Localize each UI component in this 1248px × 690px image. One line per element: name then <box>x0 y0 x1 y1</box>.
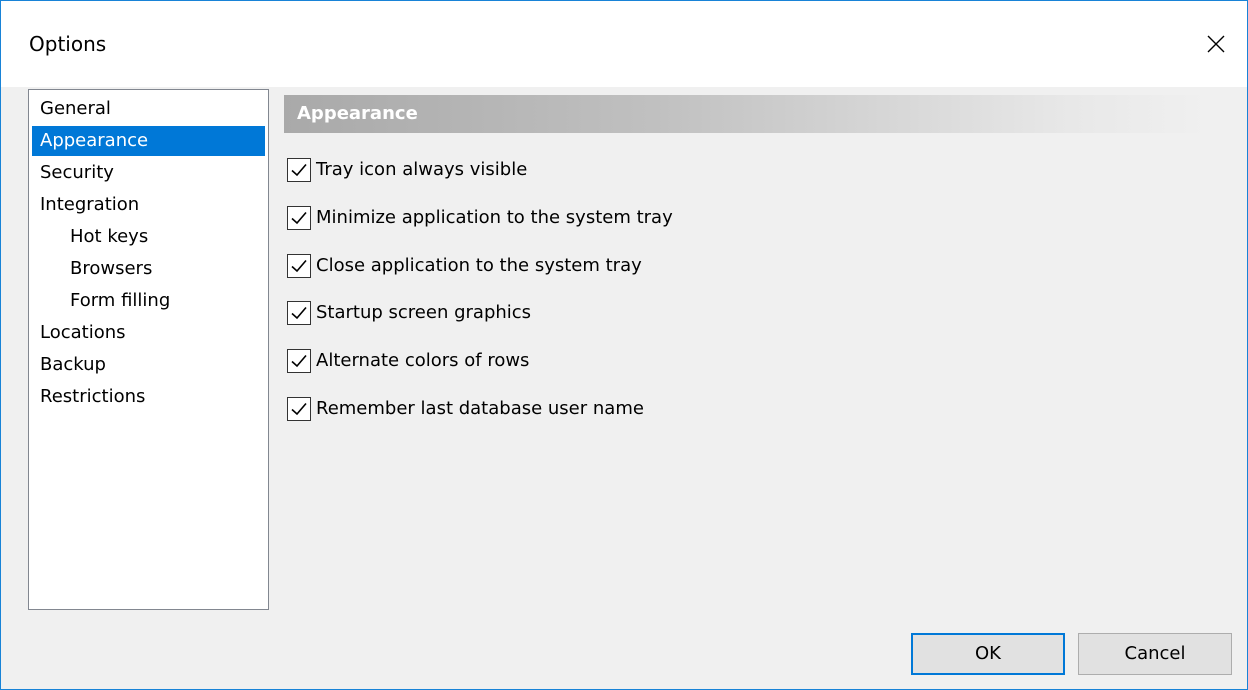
option-label: Tray icon always visible <box>316 159 528 180</box>
nav-item-restrictions[interactable]: Restrictions <box>32 382 265 412</box>
checkmark-icon <box>291 306 307 320</box>
option-tray-icon-always-visible[interactable]: Tray icon always visible <box>287 156 527 184</box>
checkbox[interactable] <box>287 397 311 421</box>
section-title: Appearance <box>297 103 418 124</box>
options-dialog: Options General Appearance Security Inte… <box>0 0 1248 690</box>
checkbox[interactable] <box>287 254 311 278</box>
checkmark-icon <box>291 259 307 273</box>
checkbox[interactable] <box>287 349 311 373</box>
nav-item-security[interactable]: Security <box>32 158 265 188</box>
nav-item-hot-keys[interactable]: Hot keys <box>32 222 265 252</box>
nav-item-browsers[interactable]: Browsers <box>32 254 265 284</box>
nav-item-backup[interactable]: Backup <box>32 350 265 380</box>
option-label: Minimize application to the system tray <box>316 207 673 228</box>
option-label: Alternate colors of rows <box>316 350 530 371</box>
checkmark-icon <box>291 354 307 368</box>
option-label: Startup screen graphics <box>316 302 532 323</box>
ok-button[interactable]: OK <box>911 633 1065 675</box>
checkbox[interactable] <box>287 301 311 325</box>
close-button[interactable] <box>1185 1 1247 87</box>
checkmark-icon <box>291 211 307 225</box>
close-icon <box>1207 35 1225 53</box>
section-header: Appearance <box>284 95 1209 133</box>
cancel-button[interactable]: Cancel <box>1078 633 1232 675</box>
option-startup-screen-graphics[interactable]: Startup screen graphics <box>287 299 531 327</box>
nav-item-integration[interactable]: Integration <box>32 190 265 220</box>
option-label: Close application to the system tray <box>316 255 642 276</box>
checkbox[interactable] <box>287 206 311 230</box>
option-remember-database-user[interactable]: Remember last database user name <box>287 395 644 423</box>
checkmark-icon <box>291 163 307 177</box>
checkmark-icon <box>291 402 307 416</box>
option-minimize-to-tray[interactable]: Minimize application to the system tray <box>287 204 673 232</box>
option-label: Remember last database user name <box>316 398 644 419</box>
nav-item-form-filling[interactable]: Form filling <box>32 286 265 316</box>
option-alternate-row-colors[interactable]: Alternate colors of rows <box>287 347 529 375</box>
nav-item-locations[interactable]: Locations <box>32 318 265 348</box>
nav-item-general[interactable]: General <box>32 94 265 124</box>
nav-item-appearance[interactable]: Appearance <box>32 126 265 156</box>
options-category-tree[interactable]: General Appearance Security Integration … <box>28 89 269 610</box>
option-close-to-tray[interactable]: Close application to the system tray <box>287 252 642 280</box>
checkbox[interactable] <box>287 158 311 182</box>
title-bar: Options <box>1 1 1247 87</box>
window-title: Options <box>29 32 107 56</box>
